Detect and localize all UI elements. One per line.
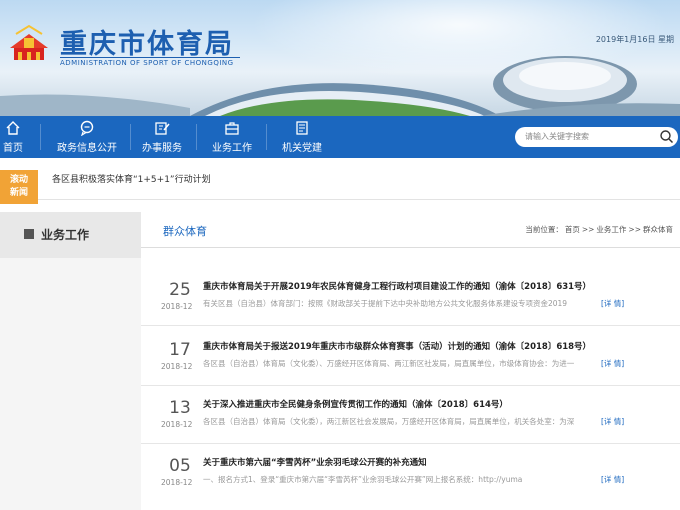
sidebar: 业务工作 bbox=[0, 212, 141, 510]
article-summary: 各区县（自治县）体育局（文化委）、万盛经开区体育局、两江新区社发局，局直属单位，… bbox=[203, 359, 575, 368]
ticker-news-link[interactable]: 各区县积极落实体育“1+5+1”行动计划 bbox=[52, 172, 211, 185]
nav-label: 办事服务 bbox=[142, 143, 182, 154]
chat-icon bbox=[80, 120, 94, 136]
article-year-month: 2018-12 bbox=[161, 362, 193, 371]
nav-divider bbox=[196, 124, 197, 150]
ticker-badge-line2: 新闻 bbox=[9, 188, 28, 198]
current-date: 2019年1月16日 星期 bbox=[595, 35, 674, 44]
search-placeholder: 请输入关键字搜索 bbox=[525, 132, 589, 141]
nav-label: 政务信息公开 bbox=[57, 143, 117, 154]
nav-item-home[interactable]: 首页 bbox=[0, 116, 26, 158]
news-ticker: 滚动 新闻 各区县积极落实体育“1+5+1”行动计划 bbox=[0, 158, 680, 204]
breadcrumb-sep: >> bbox=[628, 225, 641, 234]
briefcase-icon bbox=[225, 122, 239, 135]
home-icon bbox=[6, 121, 20, 135]
article-item: 25 2018-12 重庆市体育局关于开展2019年农民体育健身工程行政村项目建… bbox=[141, 268, 680, 326]
ticker-badge: 滚动 新闻 bbox=[0, 170, 38, 204]
article-summary: 各区县（自治县）体育局（文化委），两江新区社会发展局，万盛经开区体育局，局直属单… bbox=[203, 417, 575, 426]
article-day: 25 bbox=[169, 280, 191, 300]
article-year-month: 2018-12 bbox=[161, 302, 193, 311]
main-content: 群众体育 当前位置： 首页 >> 业务工作 >> 群众体育 25 2018-12 重庆市体… bbox=[141, 212, 680, 510]
breadcrumb-business[interactable]: 业务工作 bbox=[596, 225, 626, 234]
nav-divider bbox=[266, 124, 267, 150]
nav-divider bbox=[40, 124, 41, 150]
site-subtitle-en: ADMINISTRATION OF SPORT OF CHONGQING bbox=[60, 57, 240, 67]
section-title: 群众体育 bbox=[163, 225, 207, 238]
nav-item-services[interactable]: 办事服务 bbox=[138, 116, 186, 158]
article-details-link[interactable]: [详 情] bbox=[601, 416, 624, 427]
nav-item-business[interactable]: 业务工作 bbox=[208, 116, 256, 158]
breadcrumb: 当前位置： 首页 >> 业务工作 >> 群众体育 bbox=[524, 224, 674, 235]
section-header: 群众体育 当前位置： 首页 >> 业务工作 >> 群众体育 bbox=[141, 212, 680, 248]
article-title-link[interactable]: 关于深入推进重庆市全民健身条例宣传贯彻工作的通知（渝体〔2018〕614号） bbox=[203, 398, 508, 410]
breadcrumb-prefix: 当前位置： bbox=[525, 225, 563, 234]
breadcrumb-home[interactable]: 首页 bbox=[565, 225, 580, 234]
header-banner: 重庆市体育局 ADMINISTRATION OF SPORT OF CHONGQ… bbox=[0, 0, 680, 116]
article-details-link[interactable]: [详 情] bbox=[601, 474, 624, 485]
article-title-link[interactable]: 重庆市体育局关于报送2019年重庆市市级群众体育赛事（活动）计划的通知（渝体〔2… bbox=[203, 340, 591, 352]
nav-item-gov-info[interactable]: 政务信息公开 bbox=[55, 116, 119, 158]
article-details-link[interactable]: [详 情] bbox=[601, 358, 624, 369]
article-day: 05 bbox=[169, 456, 191, 476]
ticker-badge-line1: 滚动 bbox=[9, 175, 28, 185]
search-icon[interactable] bbox=[659, 129, 674, 144]
search-box[interactable]: 请输入关键字搜索 bbox=[515, 127, 678, 147]
book-icon bbox=[296, 121, 308, 135]
article-title-link[interactable]: 重庆市体育局关于开展2019年农民体育健身工程行政村项目建设工作的通知（渝体〔2… bbox=[203, 280, 591, 292]
sidebar-title: 业务工作 bbox=[41, 228, 90, 242]
page: 重庆市体育局 ADMINISTRATION OF SPORT OF CHONGQ… bbox=[0, 0, 680, 510]
article-item: 13 2018-12 关于深入推进重庆市全民健身条例宣传贯彻工作的通知（渝体〔2… bbox=[141, 386, 680, 444]
logo-emblem-icon bbox=[10, 24, 48, 60]
article-summary: 一、报名方式1、登录“重庆市第六届“李雪芮杯”业余羽毛球公开赛”网上报名系统：h… bbox=[203, 475, 523, 484]
article-year-month: 2018-12 bbox=[161, 478, 193, 487]
article-item: 17 2018-12 重庆市体育局关于报送2019年重庆市市级群众体育赛事（活动… bbox=[141, 328, 680, 386]
nav-item-party[interactable]: 机关党建 bbox=[278, 116, 326, 158]
nav-label: 业务工作 bbox=[212, 143, 252, 154]
breadcrumb-current[interactable]: 群众体育 bbox=[643, 225, 673, 234]
edit-icon bbox=[155, 122, 170, 135]
article-item: 05 2018-12 关于重庆市第六届“李雪芮杯”业余羽毛球公开赛的补充通知 一… bbox=[141, 444, 680, 502]
nav-divider bbox=[130, 124, 131, 150]
sidebar-header: 业务工作 bbox=[0, 212, 141, 258]
site-title: 重庆市体育局 bbox=[60, 29, 234, 60]
article-year-month: 2018-12 bbox=[161, 420, 193, 429]
article-day: 13 bbox=[169, 398, 191, 418]
nav-label: 首页 bbox=[3, 143, 23, 154]
nav-label: 机关党建 bbox=[282, 143, 322, 154]
article-day: 17 bbox=[169, 340, 191, 360]
article-title-link[interactable]: 关于重庆市第六届“李雪芮杯”业余羽毛球公开赛的补充通知 bbox=[203, 456, 427, 468]
article-details-link[interactable]: [详 情] bbox=[601, 298, 624, 309]
square-bullet-icon bbox=[24, 229, 34, 239]
breadcrumb-sep: >> bbox=[581, 225, 595, 234]
article-summary: 有关区县（自治县）体育部门：按照《财政部关于提前下达中央补助地方公共文化服务体系… bbox=[203, 299, 568, 308]
